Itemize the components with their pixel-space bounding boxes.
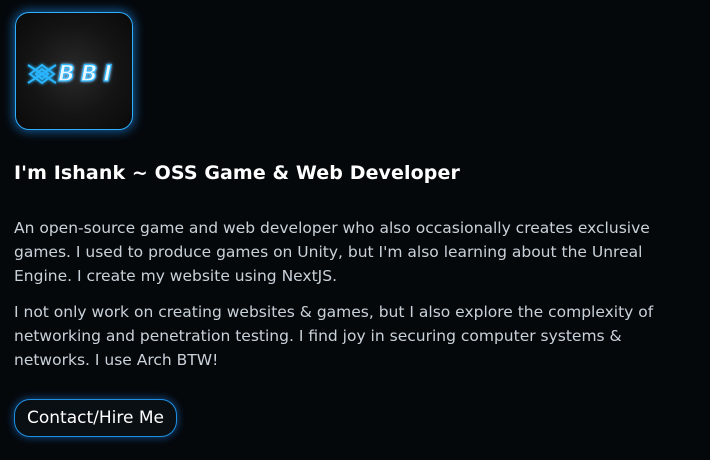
- about-paragraph: I not only work on creating websites & g…: [14, 303, 654, 369]
- bbi-logo-icon: BBI: [27, 61, 118, 88]
- profile-section: BBI I'm Ishank ~ OSS Game & Web Develope…: [0, 0, 710, 460]
- intro-paragraph: An open-source game and web developer wh…: [14, 219, 650, 285]
- page-title: I'm Ishank ~ OSS Game & Web Developer: [14, 162, 460, 184]
- logo-text: BBI: [58, 62, 118, 87]
- contact-hire-button[interactable]: Contact/Hire Me: [14, 399, 177, 437]
- avatar: BBI: [15, 12, 133, 130]
